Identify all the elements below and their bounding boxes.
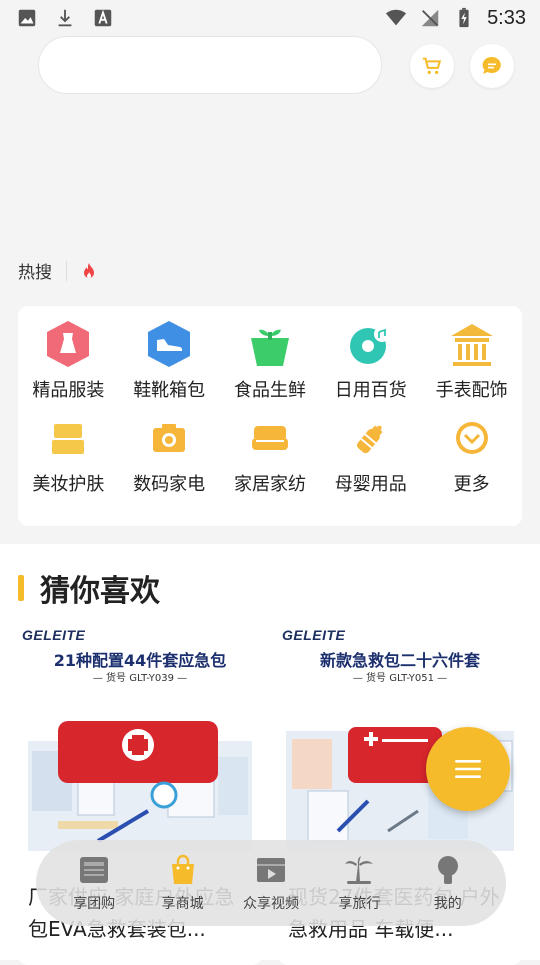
category-baby[interactable]: 母婴用品	[320, 414, 421, 508]
temple-icon	[448, 320, 496, 368]
plant-icon	[246, 320, 294, 368]
category-shoes[interactable]: 鞋靴箱包	[119, 320, 220, 414]
nav-profile[interactable]: 我的	[406, 853, 490, 913]
nav-label: 享团购	[73, 896, 116, 912]
nav-video[interactable]: 众享视频	[229, 853, 313, 913]
bottom-nav: 享团购 享商城 众享视频 享旅行 我的	[36, 840, 506, 926]
nav-label: 众享视频	[242, 896, 299, 912]
category-digital[interactable]: 数码家电	[119, 414, 220, 508]
brand-logo: GELEITE	[22, 627, 86, 643]
nav-label: 享商城	[161, 896, 204, 912]
shoe-icon	[145, 320, 193, 368]
sofa-icon	[246, 414, 294, 462]
status-bar: 5:33	[0, 0, 540, 36]
message-button[interactable]	[470, 44, 514, 88]
nav-travel[interactable]: 享旅行	[317, 853, 401, 913]
download-icon	[58, 9, 72, 27]
category-label: 母婴用品	[334, 474, 407, 495]
title-accent-bar	[18, 575, 24, 601]
search-input[interactable]	[38, 36, 382, 94]
header	[0, 36, 540, 98]
no-signal-icon	[421, 9, 439, 27]
battery-charging-icon	[459, 7, 469, 28]
section-title: 猜你喜欢	[18, 566, 160, 610]
section-title-text: 猜你喜欢	[40, 574, 160, 609]
category-home[interactable]: 家居家纺	[220, 414, 321, 508]
category-food[interactable]: 食品生鲜	[220, 320, 321, 414]
disc-icon	[347, 320, 395, 368]
menu-icon	[455, 760, 481, 778]
image-icon	[18, 9, 36, 27]
category-daily[interactable]: 日用百货	[320, 320, 421, 414]
bottle-icon	[347, 414, 395, 462]
category-cosmetics[interactable]: 美妆护肤	[18, 414, 119, 508]
product-image[interactable]: GELEITE 21种配置44件套应急包 — 货号 GLT-Y039 —	[18, 625, 262, 869]
nav-label: 享旅行	[338, 896, 381, 912]
category-label: 鞋靴箱包	[133, 380, 206, 401]
shopping-bag-icon	[166, 853, 200, 887]
status-time: 5:33	[487, 6, 526, 29]
cart-icon	[422, 57, 442, 75]
profile-icon	[431, 853, 465, 887]
category-label: 美妆护肤	[32, 474, 105, 495]
category-label: 家居家纺	[233, 474, 306, 495]
wifi-icon	[385, 9, 407, 26]
category-watch[interactable]: 手表配饰	[421, 320, 522, 414]
fire-icon[interactable]	[81, 262, 97, 280]
hot-search: 热搜	[18, 258, 97, 283]
image-title: 新款急救包二十六件套	[319, 651, 480, 670]
nav-label: 我的	[433, 896, 462, 912]
video-icon	[254, 853, 288, 887]
palm-tree-icon	[342, 853, 376, 887]
cart-button[interactable]	[410, 44, 454, 88]
category-label: 更多	[453, 474, 490, 495]
nav-mall[interactable]: 享商城	[141, 853, 225, 913]
category-label: 数码家电	[133, 474, 206, 495]
category-more[interactable]: 更多	[421, 414, 522, 508]
hot-search-label: 热搜	[18, 263, 52, 283]
divider	[66, 260, 67, 281]
dress-icon	[44, 320, 92, 368]
category-label: 精品服装	[32, 380, 105, 401]
message-icon	[482, 56, 501, 74]
category-label: 食品生鲜	[233, 380, 306, 401]
menu-fab[interactable]	[426, 727, 510, 811]
cosmetics-icon	[44, 414, 92, 462]
category-label: 手表配饰	[435, 380, 508, 401]
camera-icon	[145, 414, 193, 462]
nav-group-buy[interactable]: 享团购	[52, 853, 136, 913]
category-label: 日用百货	[334, 380, 407, 401]
category-card: 精品服装 鞋靴箱包 食品生鲜 日用百货 手表配饰 美妆护肤 数码家电 家居家纺 …	[18, 306, 522, 526]
category-clothing[interactable]: 精品服装	[18, 320, 119, 414]
image-title: 21种配置44件套应急包	[53, 651, 227, 670]
news-icon	[77, 853, 111, 887]
font-icon	[94, 9, 112, 27]
more-icon	[448, 414, 496, 462]
brand-logo: GELEITE	[282, 627, 346, 643]
